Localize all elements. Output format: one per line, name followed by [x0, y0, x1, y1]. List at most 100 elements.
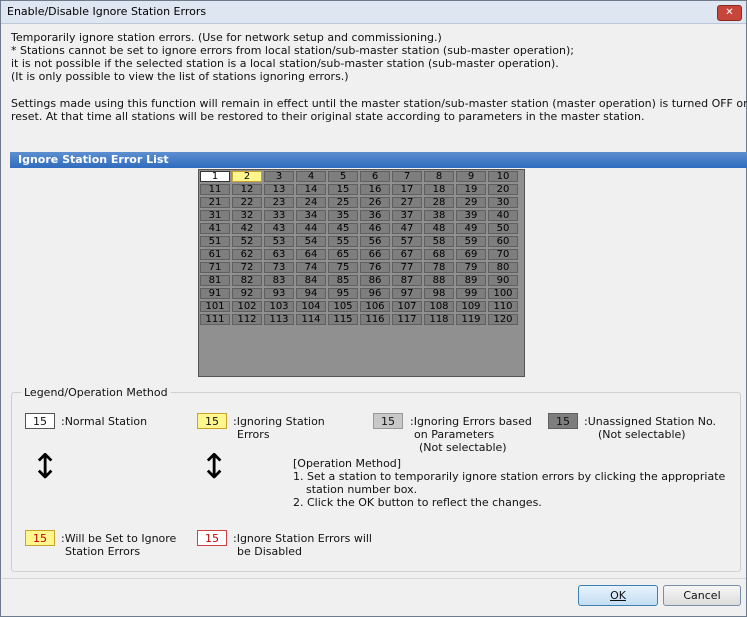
operation-method-heading: [Operation Method]	[293, 457, 402, 470]
station-cell-55: 55	[328, 236, 358, 247]
station-cell-24: 24	[296, 197, 326, 208]
station-cell-10: 10	[488, 171, 518, 182]
operation-method-step: 2. Click the OK button to reflect the ch…	[293, 496, 542, 509]
station-cell-101: 101	[200, 301, 230, 312]
legend-will-set-label-1: :Will be Set to Ignore	[61, 532, 177, 545]
ok-button[interactable]: OK	[578, 585, 658, 606]
station-cell-117: 117	[392, 314, 422, 325]
station-cell-94: 94	[296, 288, 326, 299]
legend-will-disable-label-1: :Ignore Station Errors will	[233, 532, 372, 545]
legend-will-set-box: 15	[25, 530, 55, 546]
station-cell-93: 93	[264, 288, 294, 299]
station-cell-119: 119	[456, 314, 486, 325]
station-cell-30: 30	[488, 197, 518, 208]
station-cell-75: 75	[328, 262, 358, 273]
station-cell-9: 9	[456, 171, 486, 182]
station-cell-26: 26	[360, 197, 390, 208]
station-cell-14: 14	[296, 184, 326, 195]
legend-ignoring-label-2: Errors	[237, 428, 270, 441]
legend-param-label-2: on Parameters	[414, 428, 495, 441]
station-cell-62: 62	[232, 249, 262, 260]
station-cell-69: 69	[456, 249, 486, 260]
station-cell-34: 34	[296, 210, 326, 221]
station-cell-56: 56	[360, 236, 390, 247]
legend-unassigned-label-2: (Not selectable)	[598, 428, 686, 441]
station-cell-46: 46	[360, 223, 390, 234]
legend-will-set-label-2: Station Errors	[65, 545, 141, 558]
station-cell-52: 52	[232, 236, 262, 247]
station-cell-91: 91	[200, 288, 230, 299]
station-cell-60: 60	[488, 236, 518, 247]
station-cell-107: 107	[392, 301, 422, 312]
station-cell-31: 31	[200, 210, 230, 221]
station-cell-17: 17	[392, 184, 422, 195]
station-cell-99: 99	[456, 288, 486, 299]
intro-line: it is not possible if the selected stati…	[11, 57, 559, 70]
station-cell-89: 89	[456, 275, 486, 286]
station-cell-68: 68	[424, 249, 454, 260]
station-cell-59: 59	[456, 236, 486, 247]
station-cell-78: 78	[424, 262, 454, 273]
ok-button-label: OK	[610, 589, 626, 602]
station-cell-74: 74	[296, 262, 326, 273]
station-cell-65: 65	[328, 249, 358, 260]
station-cell-18: 18	[424, 184, 454, 195]
station-cell-112: 112	[232, 314, 262, 325]
up-down-arrow-icon: ↕	[31, 447, 60, 487]
station-cell-12: 12	[232, 184, 262, 195]
legend-ignoring-label-1: :Ignoring Station	[233, 415, 325, 428]
station-cell-92: 92	[232, 288, 262, 299]
legend-ignoring-box: 15	[197, 413, 227, 429]
station-cell-32: 32	[232, 210, 262, 221]
legend-param-box: 15	[373, 413, 403, 429]
station-cell-29: 29	[456, 197, 486, 208]
station-cell-4: 4	[296, 171, 326, 182]
station-cell-63: 63	[264, 249, 294, 260]
station-cell-5: 5	[328, 171, 358, 182]
station-cell-36: 36	[360, 210, 390, 221]
station-cell-105: 105	[328, 301, 358, 312]
station-cell-40: 40	[488, 210, 518, 221]
station-cell-49: 49	[456, 223, 486, 234]
station-cell-39: 39	[456, 210, 486, 221]
station-cell-3: 3	[264, 171, 294, 182]
station-cell-41: 41	[200, 223, 230, 234]
station-cell-8: 8	[424, 171, 454, 182]
station-cell-106: 106	[360, 301, 390, 312]
legend-param-label-1: :Ignoring Errors based	[410, 415, 532, 428]
station-cell-79: 79	[456, 262, 486, 273]
station-cell-1[interactable]: 1	[200, 171, 230, 182]
station-cell-80: 80	[488, 262, 518, 273]
close-button[interactable]: ✕	[717, 5, 742, 21]
station-cell-2[interactable]: 2	[232, 171, 262, 182]
station-cell-51: 51	[200, 236, 230, 247]
station-cell-37: 37	[392, 210, 422, 221]
legend-normal-label: :Normal Station	[61, 415, 148, 428]
legend-param-label-3: (Not selectable)	[419, 441, 507, 454]
footer-separator	[2, 578, 746, 579]
station-cell-47: 47	[392, 223, 422, 234]
dialog-window: Enable/Disable Ignore Station Errors ✕ T…	[0, 0, 747, 617]
title-bar: Enable/Disable Ignore Station Errors ✕	[1, 1, 746, 24]
legend-normal-box: 15	[25, 413, 55, 429]
intro-line: (It is only possible to view the list of…	[11, 70, 349, 83]
station-cell-102: 102	[232, 301, 262, 312]
station-cell-77: 77	[392, 262, 422, 273]
station-cell-48: 48	[424, 223, 454, 234]
settings-line: Settings made using this function will r…	[11, 97, 747, 110]
station-cell-81: 81	[200, 275, 230, 286]
intro-line: * Stations cannot be set to ignore error…	[11, 44, 574, 57]
station-cell-104: 104	[296, 301, 326, 312]
settings-note: Settings made using this function will r…	[11, 97, 747, 123]
station-cell-44: 44	[296, 223, 326, 234]
station-cell-90: 90	[488, 275, 518, 286]
station-cell-35: 35	[328, 210, 358, 221]
legend-will-disable-label-2: be Disabled	[237, 545, 303, 558]
station-cell-66: 66	[360, 249, 390, 260]
station-cell-111: 111	[200, 314, 230, 325]
operation-method-step: station number box.	[306, 483, 418, 496]
station-cell-70: 70	[488, 249, 518, 260]
station-cell-7: 7	[392, 171, 422, 182]
station-cell-72: 72	[232, 262, 262, 273]
cancel-button[interactable]: Cancel	[663, 585, 741, 606]
